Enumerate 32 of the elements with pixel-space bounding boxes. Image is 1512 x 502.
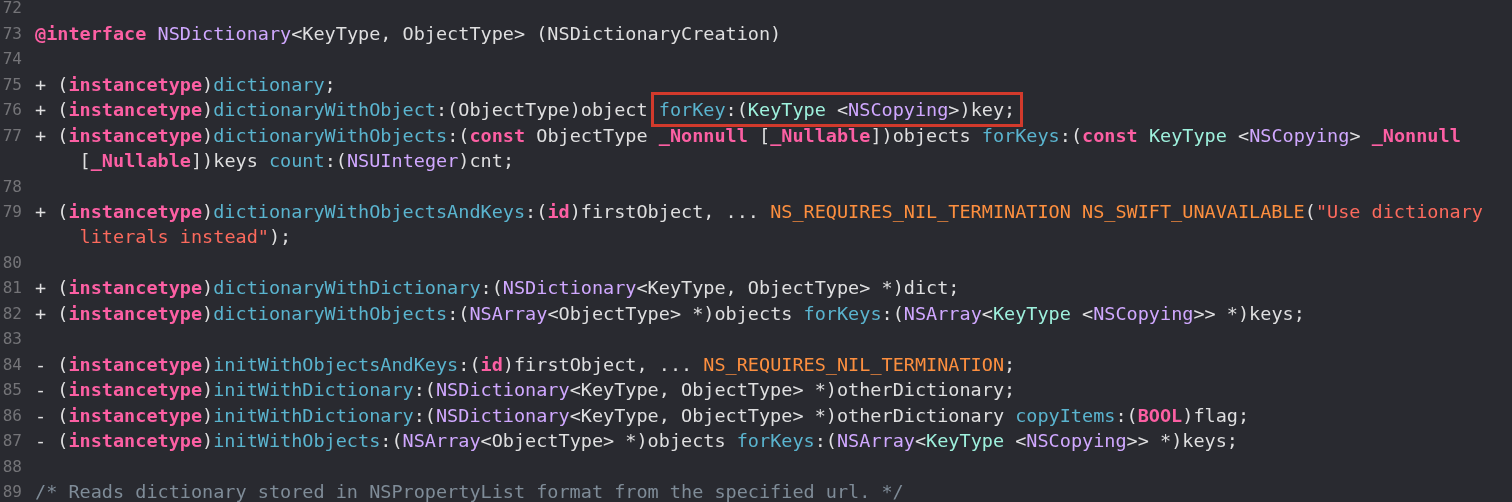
code-text: @interface NSDictionary<KeyType, ObjectType> (NSDictionaryCreation) <box>35 22 782 44</box>
highlight-box: forKey:(KeyType <NSCopying>)key; <box>650 92 1024 128</box>
line-number: 89 <box>2 482 22 502</box>
code-text: /* Reads dictionary stored in NSPropertyList format from the specified url. */ <box>35 481 904 502</box>
line-number: 77 <box>2 125 22 145</box>
code-text: - (instancetype)initWithDictionary:(NSDictionary<KeyType, ObjectType> *)otherDictionary copyItems:(BOOL)flag; <box>35 404 1250 426</box>
line-number: 78 <box>2 176 22 196</box>
line-number: 87 <box>2 431 22 451</box>
line-number: 85 <box>2 380 22 400</box>
code-text: - (instancetype)initWithObjectsAndKeys:(id)firstObject, ... NS_REQUIRES_NIL_TERMINATION; <box>35 353 1016 375</box>
line-number: 81 <box>2 278 22 298</box>
code-text: literals instead"); <box>78 226 292 248</box>
line-number: 73 <box>2 23 22 43</box>
code-text: + (instancetype)dictionaryWithObjectsAndKeys:(id)firstObject, ... NS_REQUIRES_NIL_TERMINATION NS_SWIFT_UNAVAILABLE("Use dictionary <box>35 201 1483 222</box>
line-number: 86 <box>2 405 22 425</box>
line-number: 76 <box>2 100 22 120</box>
line-number: 80 <box>2 252 22 272</box>
line-number: 84 <box>2 354 22 374</box>
code-text: + (instancetype)dictionaryWithObject:(ObjectType)object <box>35 99 649 121</box>
line-number: 75 <box>2 74 22 94</box>
code-text: + (instancetype)dictionaryWithDictionary:(NSDictionary<KeyType, ObjectType> *)dict; <box>35 277 960 299</box>
code-text: - (instancetype)initWithDictionary:(NSDictionary<KeyType, ObjectType> *)otherDictionary; <box>35 379 1016 401</box>
line-number: 79 <box>2 202 22 221</box>
line-number: 72 <box>2 0 22 18</box>
code-text: + (instancetype)dictionaryWithObjects:(NSArray<ObjectType> *)objects forKeys:(NSArray<KeyType <NSCopying>> *)keys; <box>35 302 1305 324</box>
code-text: + (instancetype)dictionary; <box>35 73 336 95</box>
line-number: 88 <box>2 456 22 476</box>
line-number: 74 <box>2 49 22 69</box>
code-text: [_Nullable])keys count:(NSUInteger)cnt; <box>78 150 515 172</box>
code-text: - (instancetype)initWithObjects:(NSArray<ObjectType> *)objects forKeys:(NSArray<KeyType <NSCopying>> *)keys; <box>35 430 1238 452</box>
line-number: 83 <box>2 329 22 349</box>
line-number: 82 <box>2 303 22 323</box>
